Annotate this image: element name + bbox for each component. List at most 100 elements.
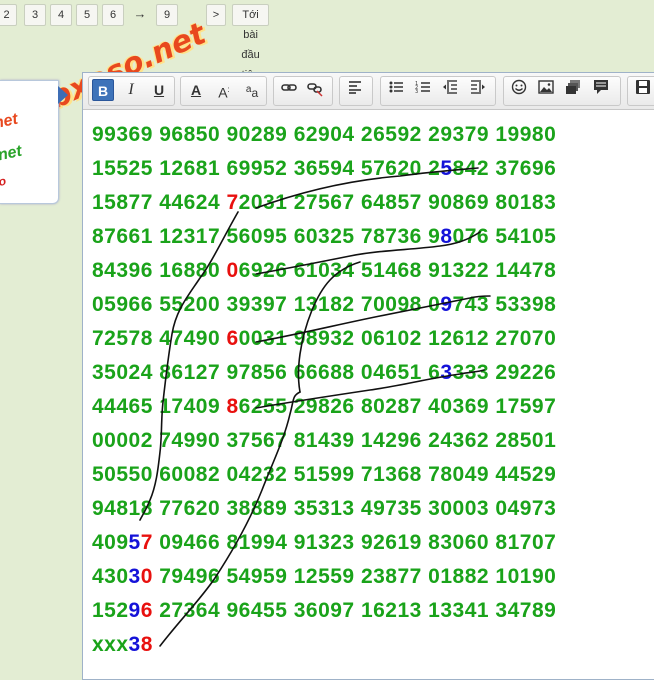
quote-icon[interactable]	[590, 79, 612, 101]
highlight-digit-blue: 3	[440, 361, 453, 384]
number-text: 6255 29826 80287 40369 17597	[238, 395, 557, 418]
number-text: 84396 16880	[92, 259, 227, 282]
italic-button[interactable]: I	[120, 79, 142, 101]
highlight-digit-blue: 3	[128, 565, 141, 588]
number-text: 72578 47490	[92, 327, 227, 350]
number-text: 99369 96850 90289 62904 26592 29379 1998…	[92, 123, 557, 146]
number-text: 79496 54959 12559 23877 01882 10190	[152, 565, 557, 588]
number-row: 40957 09466 81994 91323 92619 83060 8170…	[92, 526, 556, 560]
number-text: 00002 74990 37567 81439 14296 24362 2850…	[92, 429, 557, 452]
number-row: xxx38	[92, 628, 153, 662]
align-left-icon[interactable]	[344, 79, 366, 101]
image-icon[interactable]	[535, 79, 557, 101]
page-link-2[interactable]: 2	[0, 4, 17, 26]
number-text: 743 53398	[452, 293, 557, 316]
number-row: 43030 79496 54959 12559 23877 01882 1019…	[92, 560, 556, 594]
font-case-bracket-icon: a	[251, 86, 259, 100]
highlight-digit-red: 7	[226, 191, 239, 214]
font-case-button[interactable]: aa	[241, 79, 263, 101]
number-text: 15877 44624	[92, 191, 227, 214]
editor-content[interactable]: 99369 96850 90289 62904 26592 29379 1998…	[83, 110, 654, 679]
number-text: 430	[92, 565, 129, 588]
link-icon[interactable]	[278, 79, 300, 101]
number-text: 09466 81994 91323 92619 83060 81707	[152, 531, 557, 554]
number-text: 35024 86127 97856 66688 04651 6	[92, 361, 441, 384]
highlight-digit-blue: 5	[128, 531, 141, 554]
first-unread-button[interactable]: Tới bài đầu tiên chưa đọc	[232, 4, 270, 121]
number-text: 15525 12681 69952 36594 57620 2	[92, 157, 441, 180]
align-group	[339, 76, 373, 106]
number-text: 44465 17409	[92, 395, 227, 418]
underline-button[interactable]: U	[148, 79, 170, 101]
font-group: A A: aa	[180, 76, 267, 106]
sidebar-logo-image: net net xo	[0, 110, 24, 191]
number-row: 15525 12681 69952 36594 57620 25842 3769…	[92, 152, 556, 186]
save-group	[627, 76, 654, 106]
smiley-icon[interactable]	[508, 79, 530, 101]
format-group: B I U	[88, 76, 175, 106]
number-row: 84396 16880 06926 61034 51468 91322 1447…	[92, 254, 556, 288]
highlight-digit-red: 0	[140, 565, 153, 588]
page-link-4[interactable]: 4	[50, 4, 72, 26]
number-text: 2031 27567 64857 90869 80183	[238, 191, 557, 214]
font-size-button[interactable]: A:	[213, 79, 235, 101]
highlight-digit-red: 6	[140, 599, 153, 622]
next-page-button[interactable]: >	[206, 4, 226, 26]
list-group: 123	[380, 76, 496, 106]
number-row: 99369 96850 90289 62904 26592 29379 1998…	[92, 118, 556, 152]
sidebar-pointer-icon	[58, 86, 68, 104]
outdent-icon[interactable]	[439, 79, 461, 101]
font-color-button[interactable]: A	[185, 79, 207, 101]
page-link-6[interactable]: 6	[102, 4, 124, 26]
page-link-3[interactable]: 3	[24, 4, 46, 26]
number-text: 05966 55200 39397 13182 70098 0	[92, 293, 441, 316]
page-link-5[interactable]: 5	[76, 4, 98, 26]
editor-toolbar: B I U A A: aa 1 2 3	[83, 73, 654, 110]
highlight-digit-red: 0	[226, 259, 239, 282]
number-text: 6926 61034 51468 91322 14478	[238, 259, 557, 282]
media-icon[interactable]	[562, 79, 584, 101]
save-icon[interactable]	[632, 79, 654, 101]
number-text: 842 37696	[452, 157, 557, 180]
highlight-digit-blue: 3	[128, 633, 141, 656]
number-text: 152	[92, 599, 129, 622]
number-text: 076 54105	[452, 225, 557, 248]
number-text: 94818 77620 38889 35313 49735 30003 0497…	[92, 497, 557, 520]
number-row: 72578 47490 60031 98932 06102 12612 2707…	[92, 322, 556, 356]
highlight-digit-blue: 8	[440, 225, 453, 248]
unlink-icon[interactable]	[304, 79, 326, 101]
svg-text:3: 3	[415, 89, 418, 95]
bold-button[interactable]: B	[92, 79, 114, 101]
highlight-digit-blue: 9	[440, 293, 453, 316]
number-row: 00002 74990 37567 81439 14296 24362 2850…	[92, 424, 556, 458]
bullet-list-icon[interactable]	[385, 79, 407, 101]
number-row: 15877 44624 72031 27567 64857 90869 8018…	[92, 186, 556, 220]
post-editor: B I U A A: aa 1 2 3 99369 96850 90289 62…	[82, 72, 654, 680]
number-text: 409	[92, 531, 129, 554]
number-text: 50550 60082 04232 51599 71368 78049 4452…	[92, 463, 557, 486]
numbered-list-icon[interactable]: 123	[412, 79, 434, 101]
number-text: 333 29226	[452, 361, 557, 384]
highlight-digit-red: 8	[140, 633, 153, 656]
number-row: 15296 27364 96455 36097 16213 13341 3478…	[92, 594, 556, 628]
number-row: 50550 60082 04232 51599 71368 78049 4452…	[92, 458, 556, 492]
highlight-digit-blue: 5	[440, 157, 453, 180]
number-text: 0031 98932 06102 12612 27070	[238, 327, 557, 350]
link-group	[273, 76, 333, 106]
ellipsis-arrow: →	[133, 6, 147, 21]
number-row: 35024 86127 97856 66688 04651 63333 2922…	[92, 356, 556, 390]
sidebar-card: net net xo	[0, 80, 59, 204]
highlight-digit-red: 6	[226, 327, 239, 350]
number-text: 87661 12317 56095 60325 78736 9	[92, 225, 441, 248]
page-link-9[interactable]: 9	[156, 4, 178, 26]
number-row: 87661 12317 56095 60325 78736 98076 5410…	[92, 220, 556, 254]
number-text: 27364 96455 36097 16213 13341 34789	[152, 599, 557, 622]
number-row: 94818 77620 38889 35313 49735 30003 0497…	[92, 492, 556, 526]
indent-icon[interactable]	[467, 79, 489, 101]
number-text: xxx	[92, 633, 129, 656]
number-row: 44465 17409 86255 29826 80287 40369 1759…	[92, 390, 556, 424]
insert-group	[503, 76, 621, 106]
highlight-digit-red: 8	[226, 395, 239, 418]
font-size-label: A	[218, 84, 228, 101]
highlight-digit-blue: 9	[128, 599, 141, 622]
